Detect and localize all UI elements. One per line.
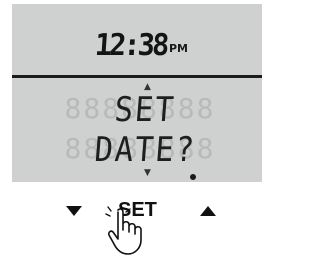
message-line-1: SET xyxy=(113,90,177,130)
triangle-up-icon[interactable] xyxy=(200,206,216,216)
ghost-segment: 8 xyxy=(196,92,214,125)
am-pm-indicator: PM xyxy=(169,42,189,55)
time-row: 12:38 PM xyxy=(12,28,262,68)
ghost-segment: 8 xyxy=(196,132,214,165)
message-line-2: DATE? xyxy=(93,130,198,170)
ghost-segment: 8 xyxy=(64,132,82,165)
clock-time: 12:38 xyxy=(93,28,168,63)
ghost-segment: 8 xyxy=(177,92,195,125)
hand-pointer-icon xyxy=(105,206,142,255)
decimal-dot xyxy=(190,174,196,180)
ghost-segment: 8 xyxy=(64,92,82,125)
display-divider xyxy=(12,75,262,78)
ghost-segment: 8 xyxy=(83,92,101,125)
triangle-down-icon[interactable] xyxy=(66,206,82,216)
control-buttons: SET xyxy=(0,196,277,257)
lcd-screen: 12:38 PM 8 8 8 8 8 8 8 8 8 8 8 8 8 8 8 8… xyxy=(12,4,262,182)
